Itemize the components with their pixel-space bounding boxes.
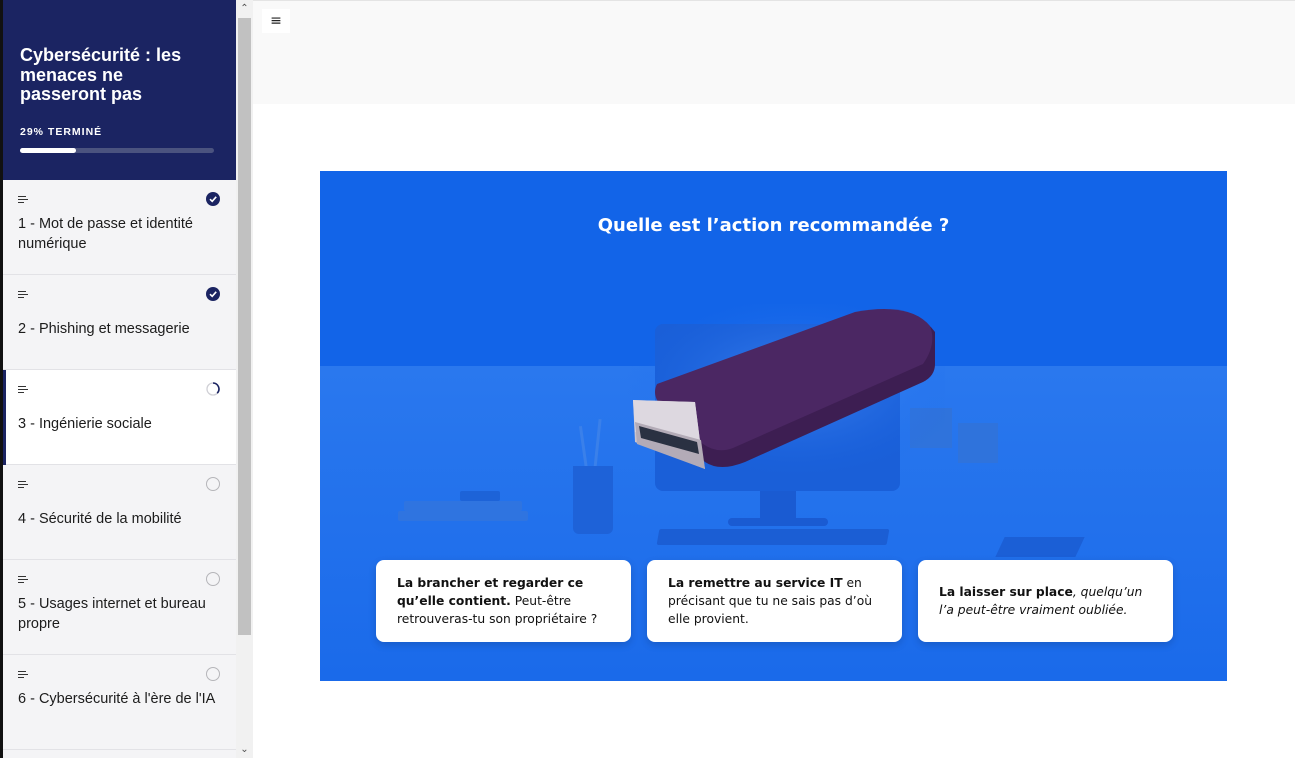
lesson-label: 5 - Usages internet et bureau propre [18,596,206,632]
text-lines-icon [18,386,28,394]
course-title: Cybersécurité : les menaces ne passeront… [20,45,182,104]
lesson-label: 6 - Cybersécurité à l'ère de l'IA [18,691,216,707]
lesson-item-3[interactable]: 3 - Ingénierie sociale [3,370,236,465]
answer-option-2[interactable]: La remettre au service IT en précisant q… [647,560,902,642]
completed-check-icon [206,287,220,301]
text-lines-icon [18,291,28,299]
phone-illustration [995,537,1085,557]
monitor-base-illustration [728,518,828,526]
not-started-circle-icon [206,572,220,586]
app-window: Cybersécurité : les menaces ne passeront… [0,0,1295,758]
scroll-up-arrow-icon[interactable]: ⌃ [236,0,253,17]
usb-key-illustration [625,304,945,474]
sticky-note-illustration [958,423,998,463]
lesson-label: 4 - Sécurité de la mobilité [18,511,182,527]
scroll-down-arrow-icon[interactable]: ⌄ [236,741,253,758]
question-stage: Quelle est l’action recommandée ? La bra… [320,171,1227,681]
progress-bar [20,147,214,153]
text-lines-icon [18,481,28,489]
main-content: ≡ Quelle est l’action recommandée ? La b… [253,0,1295,758]
progress-bar-fill [20,147,77,153]
answer-text: La remettre au service IT en précisant q… [668,576,873,626]
books-illustration [380,489,535,527]
pencil-cup-illustration [573,466,613,534]
question-title: Quelle est l’action recommandée ? [597,215,950,236]
keyboard-illustration [656,529,890,545]
lesson-item-1[interactable]: 1 - Mot de passe et identité numérique [3,180,236,275]
lesson-item-6[interactable]: 6 - Cybersécurité à l'ère de l'IA [3,655,236,750]
text-lines-icon [18,576,28,584]
completed-check-icon [206,192,220,206]
hamburger-menu-icon[interactable]: ≡ [262,9,290,33]
lesson-item-4[interactable]: 4 - Sécurité de la mobilité [3,465,236,560]
course-header: Cybersécurité : les menaces ne passeront… [3,0,236,180]
in-progress-icon [206,382,220,396]
text-lines-icon [18,196,28,204]
lesson-item-2[interactable]: 2 - Phishing et messagerie [3,275,236,370]
text-lines-icon [18,671,28,679]
progress-label: 29% TERMINÉ [20,125,103,138]
course-sidebar: Cybersécurité : les menaces ne passeront… [0,0,236,758]
answer-option-3[interactable]: La laisser sur place, quelqu’un l’a peut… [918,560,1173,642]
answer-option-1[interactable]: La brancher et regarder ce qu’elle conti… [376,560,631,642]
sidebar-scrollbar[interactable]: ⌃ ⌄ [236,0,253,758]
not-started-circle-icon [206,477,220,491]
lesson-label: 1 - Mot de passe et identité numérique [18,216,193,252]
answer-text: La brancher et regarder ce qu’elle conti… [397,576,598,626]
scrollbar-thumb[interactable] [238,18,251,635]
not-started-circle-icon [206,667,220,681]
lesson-label: 2 - Phishing et messagerie [18,321,190,337]
answer-text: La laisser sur place, quelqu’un l’a peut… [939,585,1143,617]
lesson-label: 3 - Ingénierie sociale [18,416,152,432]
top-bar: ≡ [253,0,1295,104]
lesson-item-5[interactable]: 5 - Usages internet et bureau propre [3,560,236,655]
